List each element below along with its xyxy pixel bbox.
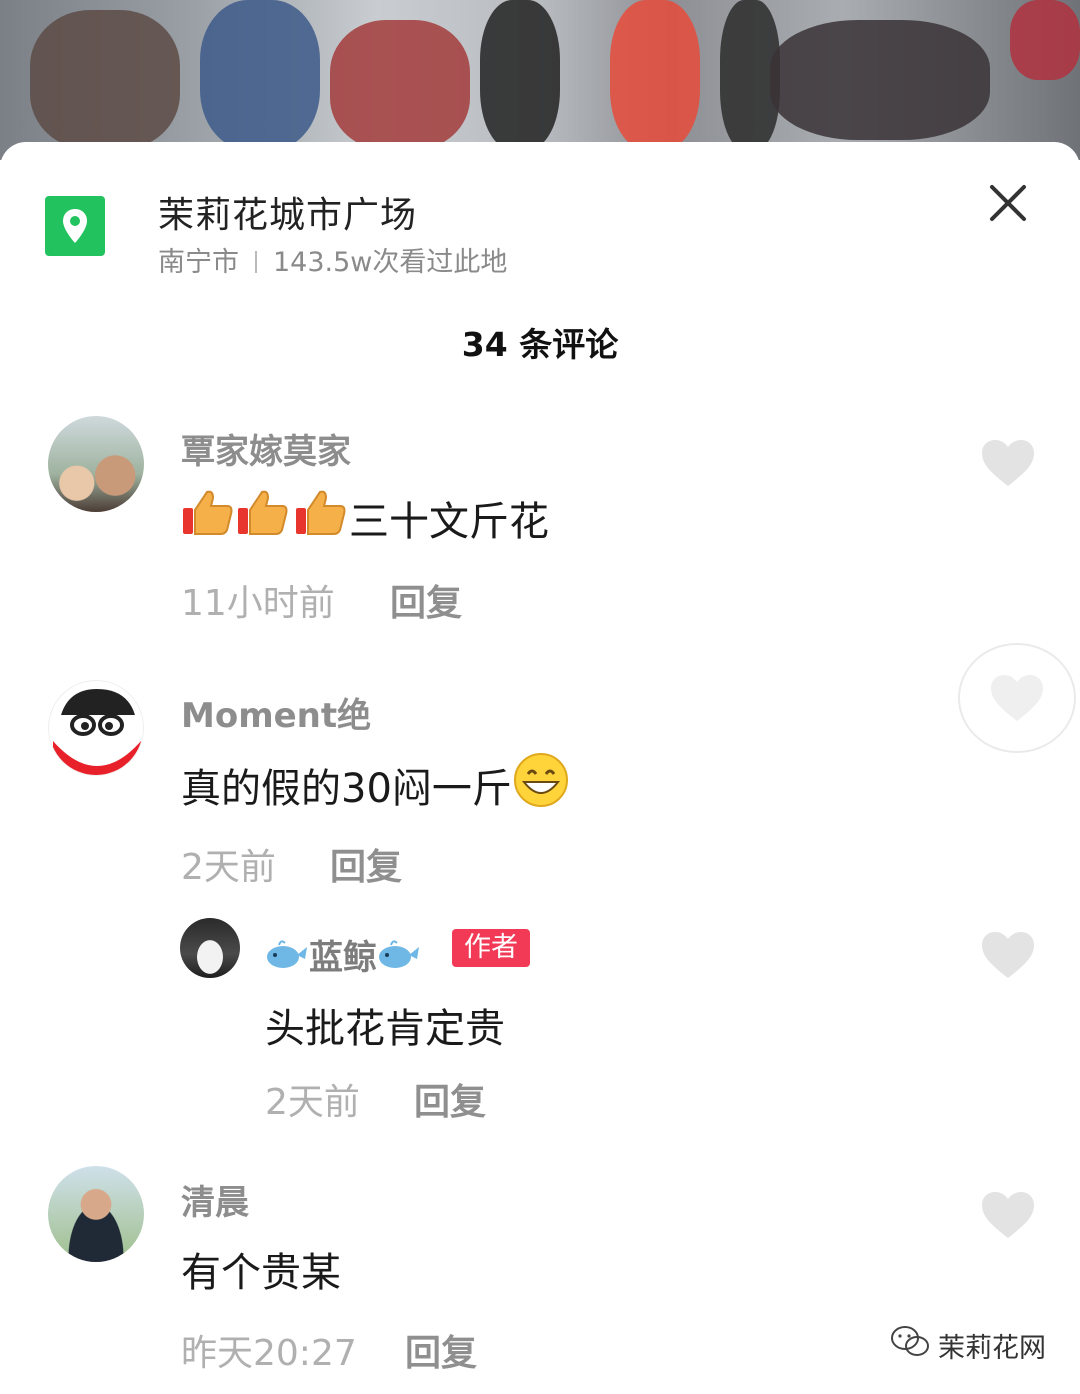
map-pin-icon[interactable] [45,196,105,256]
reply-button[interactable]: 回复 [405,1324,477,1376]
thumbs-up-icon [181,488,233,548]
like-heart-icon[interactable] [980,438,1036,488]
watermark-seal [958,643,1076,753]
avatar[interactable] [48,416,144,512]
comment-text-body: 三十文斤花 [349,499,549,545]
brand-name: 茉莉花网 [938,1333,1046,1364]
location-title[interactable]: 茉莉花城市广场 [158,186,417,238]
reply-username[interactable]: 蓝鲸 [265,930,421,980]
comment-text-body: 真的假的30闷一斤 [181,766,512,812]
reply-text: 头批花肯定贵 [265,1006,505,1052]
reply-button[interactable]: 回复 [414,1073,486,1125]
comment-time: 11小时前 [181,583,335,624]
wechat-icon [890,1325,930,1366]
comment-username[interactable]: 清晨 [181,1175,249,1224]
comment-text: 三十文斤花 [181,488,549,548]
like-heart-icon[interactable] [980,1190,1036,1240]
grinning-face-icon [512,752,570,818]
thumbs-up-icon [233,488,291,548]
avatar[interactable] [48,1166,144,1262]
divider [255,251,257,273]
reply-button[interactable]: 回复 [390,574,462,626]
reply-username-text: 蓝鲸 [309,938,377,978]
avatar[interactable] [180,918,240,978]
comment-username[interactable]: Moment绝 [181,688,371,737]
reply-button[interactable]: 回复 [330,838,402,890]
comment-time: 昨天20:27 [181,1333,357,1374]
comment-text: 真的假的30闷一斤 [181,752,570,818]
comment-username[interactable]: 覃家嫁莫家 [181,424,351,473]
comment-count: 34 条评论 [461,325,619,364]
like-heart-icon[interactable] [980,930,1036,980]
whale-icon [265,939,309,980]
location-city: 南宁市 [158,247,239,278]
location-views: 143.5w次看过此地 [273,247,508,278]
thumbs-up-icon [291,488,349,548]
author-badge: 作者 [452,929,530,967]
comment-text: 有个贵某 [181,1250,341,1296]
avatar[interactable] [48,680,144,776]
close-icon[interactable] [985,180,1031,226]
video-preview-background [0,0,1080,160]
brand-watermark: 茉莉花网 [890,1325,1046,1366]
whale-icon [377,939,421,980]
comment-time: 2天前 [181,847,276,888]
location-subtitle: 南宁市 143.5w次看过此地 [158,240,507,279]
reply-time: 2天前 [265,1082,360,1123]
